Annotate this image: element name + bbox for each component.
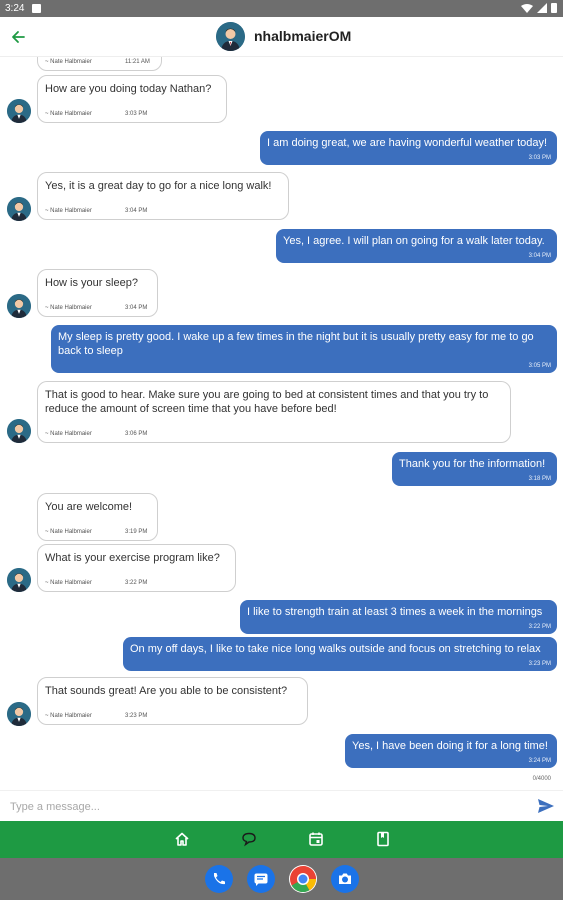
message-bubble-outgoing: Thank you for the information! 3:18 PM (392, 452, 557, 486)
bookmark-icon[interactable] (374, 830, 392, 848)
chrome-app-icon[interactable] (289, 865, 317, 893)
battery-icon (551, 3, 557, 13)
message-bubble-incoming: Yes, it is a great day to go for a nice … (37, 172, 289, 220)
message-bubble-outgoing: On my off days, I like to take nice long… (123, 637, 557, 671)
message-text: That sounds great! Are you able to be co… (45, 685, 288, 697)
message-text: Yes, it is a great day to go for a nice … (45, 180, 272, 192)
message-bubble-incoming: That sounds great! Are you able to be co… (37, 677, 308, 725)
status-indicators (521, 3, 557, 13)
message-time: 3:03 PM (125, 111, 148, 117)
message-bubble-outgoing: Yes, I agree. I will plan on going for a… (276, 229, 557, 263)
message-text: Yes, I have been doing it for a long tim… (352, 740, 548, 752)
message-text: You are welcome! (45, 501, 133, 513)
message-text: How is your sleep? (45, 277, 138, 289)
message-time: 3:05 PM (528, 363, 551, 369)
message-composer (0, 790, 563, 821)
chat-icon[interactable] (240, 830, 258, 848)
message-time: 3:04 PM (125, 208, 148, 214)
message-author: ~ Nate Halbmaier (45, 208, 92, 214)
wifi-icon (521, 3, 533, 13)
message-author: ~ Nate Halbmaier (45, 580, 92, 586)
message-time: 3:04 PM (528, 253, 551, 259)
message-text: How are you doing today Nathan? (45, 83, 212, 95)
message-text: I am doing great, we are having wonderfu… (267, 137, 548, 149)
avatar (7, 294, 31, 318)
message-author: ~ Nate Halbmaier (45, 59, 92, 65)
message-text: Yes, I agree. I will plan on going for a… (283, 235, 545, 247)
message-time: 3:22 PM (125, 580, 148, 586)
message-text: What is your exercise program like? (45, 552, 220, 564)
person-avatar-icon (216, 22, 245, 51)
message-text: On my off days, I like to take nice long… (130, 643, 541, 655)
message-time: 3:03 PM (528, 155, 551, 161)
message-bubble-incoming: That is good to hear. Make sure you are … (37, 381, 511, 443)
message-text: Thank you for the information! (399, 458, 546, 470)
system-dock (0, 858, 563, 900)
home-icon[interactable] (173, 830, 191, 848)
arrow-back-icon[interactable] (8, 27, 28, 47)
message-time: 3:22 PM (528, 624, 551, 630)
message-author: ~ Nate Halbmaier (45, 111, 92, 117)
avatar (7, 419, 31, 443)
message-text: My sleep is pretty good. I wake up a few… (58, 331, 534, 357)
message-bubble-outgoing: I like to strength train at least 3 time… (240, 600, 557, 634)
message-time: 3:23 PM (125, 713, 148, 719)
avatar (7, 197, 31, 221)
message-time: 3:18 PM (528, 476, 551, 482)
message-bubble-incoming: How are you doing today Nathan? ~ Nate H… (37, 75, 227, 123)
message-text: I like to strength train at least 3 time… (247, 606, 543, 618)
message-time: 3:19 PM (125, 529, 148, 535)
message-bubble-incoming: You are welcome! ~ Nate Halbmaier 3:19 P… (37, 493, 158, 541)
message-author: ~ Nate Halbmaier (45, 305, 92, 311)
character-counter: 0/4000 (532, 776, 551, 782)
message-time: 11:21 AM (125, 59, 150, 65)
send-icon[interactable] (537, 797, 555, 815)
chat-header: nhalbmaierOM (0, 17, 563, 57)
camera-app-icon[interactable] (331, 865, 359, 893)
avatar[interactable] (216, 22, 245, 51)
message-author: ~ Nate Halbmaier (45, 713, 92, 719)
avatar (7, 702, 31, 726)
message-list[interactable]: ~ Nate Halbmaier 11:21 AM How are you do… (0, 57, 563, 790)
messages-app-icon[interactable] (247, 865, 275, 893)
page-title: nhalbmaierOM (254, 28, 352, 44)
message-author: ~ Nate Halbmaier (45, 431, 92, 437)
status-bar: 3:24 (0, 0, 563, 17)
message-time: 3:04 PM (125, 305, 148, 311)
signal-icon (537, 3, 547, 13)
calendar-icon[interactable] (307, 830, 325, 848)
message-time: 3:24 PM (528, 758, 551, 764)
message-input[interactable] (10, 797, 510, 817)
message-bubble-incoming: What is your exercise program like? ~ Na… (37, 544, 236, 592)
status-time: 3:24 (5, 3, 25, 14)
message-text: That is good to hear. Make sure you are … (45, 389, 489, 415)
message-bubble-outgoing: Yes, I have been doing it for a long tim… (345, 734, 557, 768)
bottom-navigation (0, 821, 563, 858)
message-time: 3:06 PM (125, 431, 148, 437)
avatar (7, 99, 31, 123)
message-bubble-outgoing: I am doing great, we are having wonderfu… (260, 131, 557, 165)
message-bubble-incoming: ~ Nate Halbmaier 11:21 AM (37, 57, 162, 71)
notification-icon (32, 4, 41, 13)
avatar (7, 568, 31, 592)
message-bubble-incoming: How is your sleep? ~ Nate Halbmaier 3:04… (37, 269, 158, 317)
phone-app-icon[interactable] (205, 865, 233, 893)
message-author: ~ Nate Halbmaier (45, 529, 92, 535)
message-time: 3:23 PM (528, 661, 551, 667)
message-bubble-outgoing: My sleep is pretty good. I wake up a few… (51, 325, 557, 373)
